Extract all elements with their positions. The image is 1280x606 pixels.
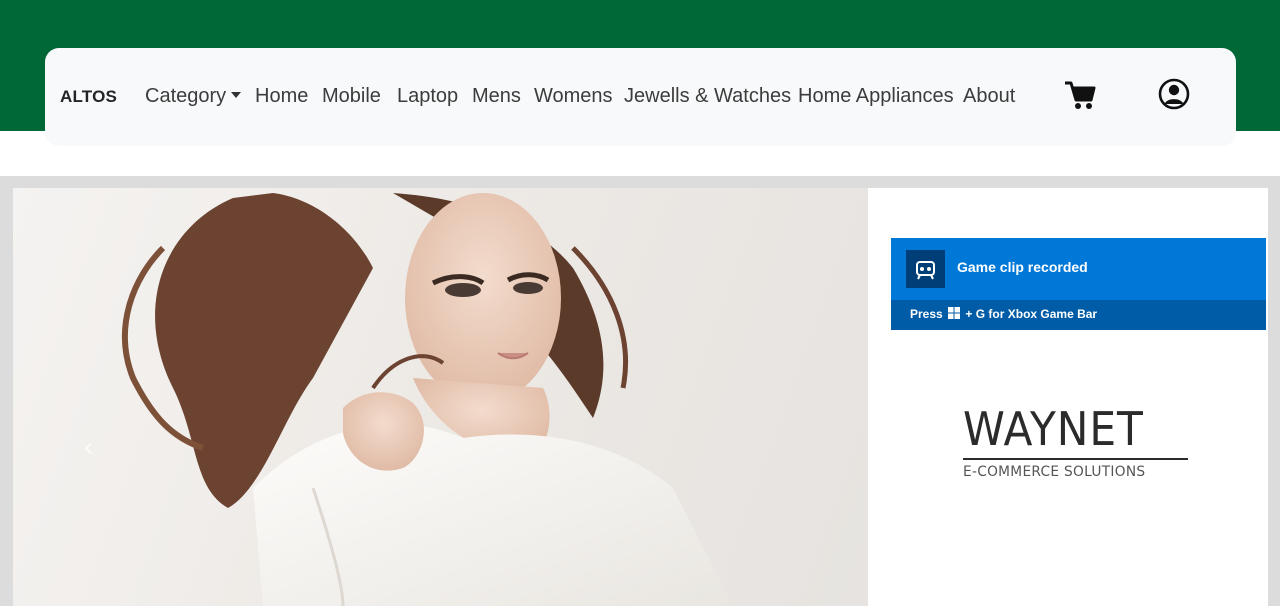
windows-key-icon [948,307,961,319]
nav-home[interactable]: Home [255,85,308,108]
toast-hint-prefix: Press [910,307,943,321]
navbar: ALTOS Category Home Mobile Laptop Mens W… [45,48,1236,146]
carousel-prev-button[interactable]: ‹ [83,433,93,463]
waynet-logo: WAYNET E-COMMERCE SOLUTIONS [963,406,1193,480]
nav-about[interactable]: About [963,85,1015,108]
nav-laptop[interactable]: Laptop [397,85,458,108]
nav-category-dropdown[interactable]: Category [145,85,242,108]
toast-header: Game clip recorded [891,238,1266,300]
cart-icon[interactable] [1063,78,1097,112]
logo-sub-text: E-COMMERCE SOLUTIONS [963,464,1146,480]
game-bar-toast[interactable]: Game clip recorded Press + G for Xbox Ga… [891,238,1266,330]
toast-title: Game clip recorded [957,259,1088,275]
nav-category-label: Category [145,85,227,107]
game-bar-capture-icon [906,250,945,288]
logo-divider [963,458,1188,460]
nav-womens[interactable]: Womens [534,85,613,108]
caret-down-icon [231,92,242,98]
nav-jewells-watches[interactable]: Jewells & Watches [624,85,791,108]
toast-hint-suffix: + G for Xbox Game Bar [965,307,1098,321]
logo-main-text: WAYNET [963,402,1144,456]
nav-mens[interactable]: Mens [472,85,521,108]
toast-hint: Press + G for Xbox Game Bar [910,307,1097,321]
nav-mobile[interactable]: Mobile [322,85,381,108]
nav-home-appliances[interactable]: Home Appliances [798,85,954,108]
brand-logo[interactable]: ALTOS [60,87,117,107]
user-circle-icon[interactable] [1157,77,1191,111]
toast-footer: Press + G for Xbox Game Bar [891,300,1266,330]
hero-model-image [13,188,868,606]
